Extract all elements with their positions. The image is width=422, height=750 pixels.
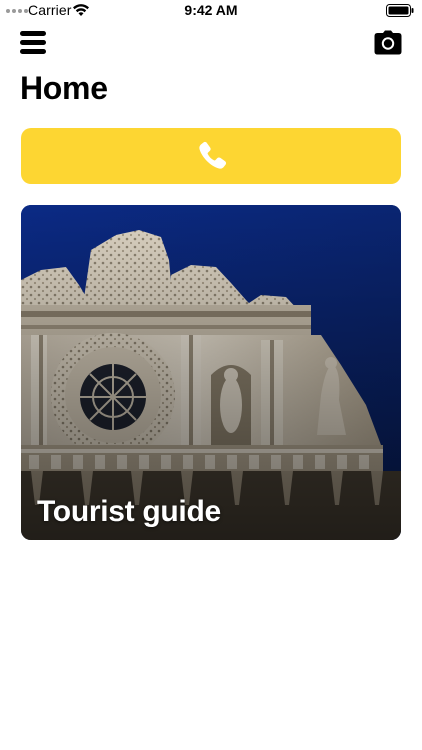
card-title: Tourist guide xyxy=(37,495,221,528)
phone-icon xyxy=(199,141,227,169)
battery-icon xyxy=(386,4,414,17)
hamburger-menu-icon xyxy=(20,31,46,36)
status-bar: Carrier 9:42 AM xyxy=(0,0,422,22)
menu-button[interactable] xyxy=(20,29,48,57)
page-title: Home xyxy=(20,70,108,106)
camera-button[interactable] xyxy=(374,30,402,55)
tourist-guide-card[interactable]: Tourist guide xyxy=(21,205,401,540)
status-time: 9:42 AM xyxy=(184,2,238,18)
baroque-church-facade-photo xyxy=(21,205,401,540)
call-button[interactable] xyxy=(21,128,401,184)
